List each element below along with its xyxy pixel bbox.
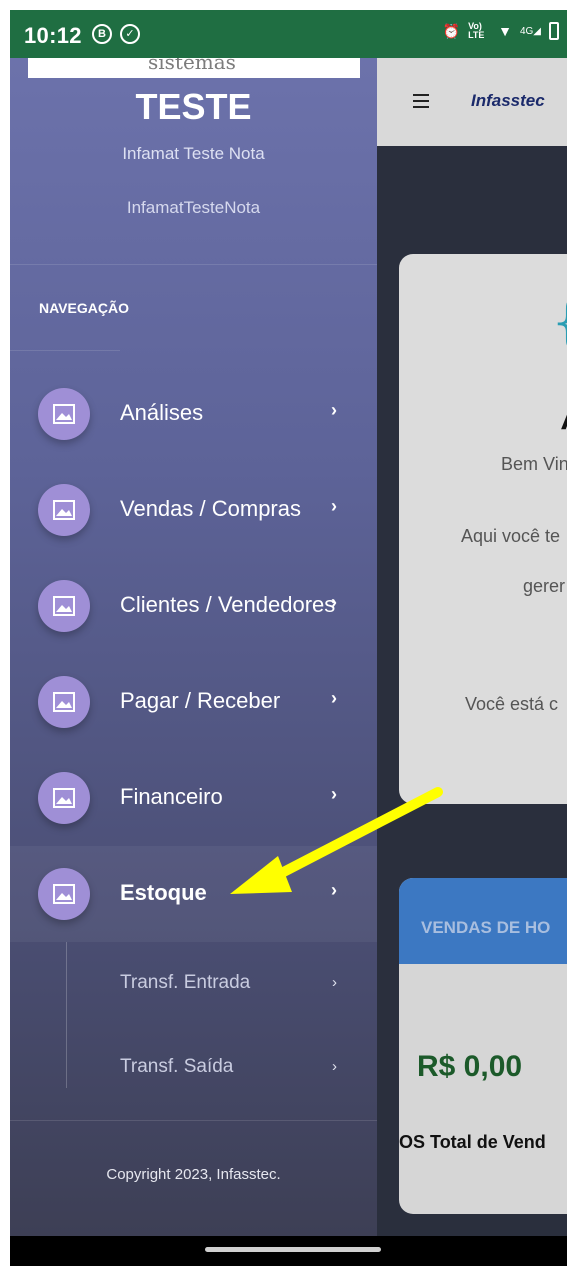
device-frame: 10:12 B ✓ ⏰ Vo) LTE ▼ 4G◢ Infasstec { A …	[10, 10, 567, 1266]
system-nav-bar	[10, 1236, 567, 1266]
home-gesture-bar[interactable]	[205, 1247, 381, 1252]
annotation-arrow-icon	[230, 787, 443, 894]
